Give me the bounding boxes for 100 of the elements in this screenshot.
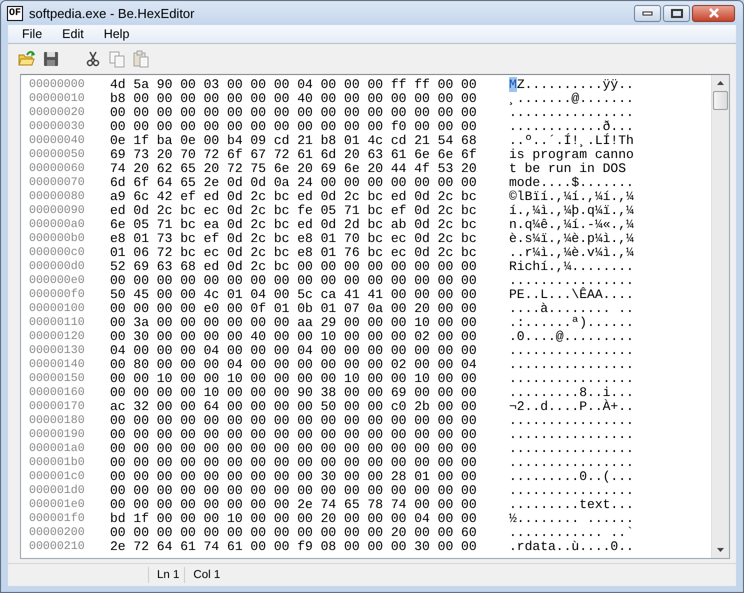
ascii-text: is program canno [509,148,634,162]
hex-bytes: 00 00 00 00 00 00 00 00 00 30 00 00 28 01 00 00 [110,470,478,484]
ascii-text: í.,¼ì.,¼þ.q¼ï.,¼ [509,204,634,218]
hex-bytes: 00 00 00 00 00 00 00 00 00 00 00 00 00 00 00 00 [110,414,478,428]
hex-bytes: 00 00 10 00 00 10 00 00 00 00 10 00 00 10 00 00 [110,372,478,386]
hex-bytes: 00 00 00 00 00 00 00 00 00 00 00 00 00 00 00 00 [110,428,478,442]
menu-item[interactable]: Edit [52,27,94,41]
offset-label: 00000140 [29,358,86,372]
close-button[interactable] [692,4,735,22]
offset-label: 000001b0 [29,456,86,470]
hex-bytes: 00 30 00 00 00 00 40 00 00 10 00 00 00 02 00 00 [110,330,478,344]
offset-label: 00000120 [29,330,86,344]
ascii-text: ............ð... [509,120,634,134]
offset-label: 000001d0 [29,484,86,498]
hex-bytes: a9 6c 42 ef ed 0d 2c bc ed 0d 2c bc ed 0d 2c bc [110,190,478,204]
hex-bytes: 6e 05 71 bc ea 0d 2c bc ed 0d 2d bc ab 0d 2c bc [110,218,478,232]
vertical-scrollbar[interactable] [711,75,729,558]
offset-label: 000000d0 [29,260,86,274]
ascii-text: ..º..´.Í!¸.LÍ!Th [509,134,634,148]
window-title: softpedia.exe - Be.HexEditor [29,6,196,20]
scrollbar-thumb[interactable] [713,91,728,110]
ascii-text: .:......ª)...... [509,316,634,330]
offset-label: 00000010 [29,92,86,106]
offset-label: 00000170 [29,400,86,414]
ascii-text: ................ [509,456,634,470]
offset-label: 00000210 [29,540,86,554]
hex-bytes: 00 00 00 00 00 00 00 00 00 00 00 00 f0 00 00 00 [110,120,478,134]
ascii-text: .........8..i... [509,386,634,400]
app-icon: OF [7,6,24,20]
ascii-text: ................ [509,442,634,456]
hex-bytes: bd 1f 00 00 00 10 00 00 00 20 00 00 00 04 00 00 [110,512,478,526]
offset-label: 00000040 [29,134,86,148]
ascii-text: Richí.,¼........ [509,260,634,274]
offset-label: 00000100 [29,302,86,316]
minimize-button[interactable] [634,4,661,22]
folder-icon[interactable] [18,50,36,68]
ascii-text: è.s¼ï.,¼è.p¼ì.,¼ [509,232,634,246]
hex-bytes: 4d 5a 90 00 03 00 00 00 04 00 00 00 ff ff 00 00 [110,78,478,92]
offset-label: 000001c0 [29,470,86,484]
hex-bytes: ac 32 00 00 64 00 00 00 00 50 00 00 c0 2b 00 00 [110,400,478,414]
offset-label: 00000200 [29,526,86,540]
down-arrow-icon[interactable] [717,548,724,552]
offset-label: 00000110 [29,316,86,330]
offset-label: 00000160 [29,386,86,400]
hex-bytes: 00 00 00 00 00 00 00 00 00 00 00 00 00 00 00 00 [110,456,478,470]
hex-bytes: 00 00 00 00 00 00 00 00 2e 74 65 78 74 00 00 00 [110,498,478,512]
status-text: Col 1 [184,567,226,583]
ascii-text: ¸.......@....... [509,92,634,106]
offset-label: 000000e0 [29,274,86,288]
maximize-icon [670,8,682,18]
ascii-text: ................ [509,358,634,372]
offset-label: 00000090 [29,204,86,218]
scissors-icon[interactable] [84,50,102,68]
status-text: Ln 1 [148,567,184,583]
hex-bytes: 00 00 00 00 00 00 00 00 00 00 00 00 00 00 00 00 [110,442,478,456]
hex-bytes: 00 00 00 00 00 00 00 00 00 00 00 00 00 00 00 00 [110,484,478,498]
ascii-text: ................ [509,106,634,120]
offset-label: 00000060 [29,162,86,176]
ascii-text: .0....@......... [509,330,634,344]
hex-bytes: 00 00 00 00 00 00 00 00 00 00 00 00 20 00 00 60 [110,526,478,540]
ascii-text: ½........ ...... [509,512,634,526]
close-icon [708,8,720,18]
up-arrow-icon[interactable] [717,81,724,85]
minimize-icon [642,10,653,16]
offset-label: 000000f0 [29,288,86,302]
ascii-text: ............ ..` [509,526,634,540]
offset-label: 00000080 [29,190,86,204]
offset-label: 000001a0 [29,442,86,456]
hex-bytes: 00 3a 00 00 00 00 00 00 aa 29 00 00 00 10 00 00 [110,316,478,330]
ascii-text: ................ [509,428,634,442]
hex-bytes: 04 00 00 00 04 00 00 00 04 00 00 00 00 00 00 00 [110,344,478,358]
hex-bytes: e8 01 73 bc ef 0d 2c bc e8 01 70 bc ec 0d 2c bc [110,232,478,246]
hex-bytes: 00 00 00 00 10 00 00 00 90 38 00 00 69 00 00 00 [110,386,478,400]
offset-label: 00000150 [29,372,86,386]
ascii-text: PE..L...\ÊAA.... [509,288,634,302]
offset-label: 00000000 [29,78,86,92]
ascii-text: ¬2..d....P..À+.. [509,400,634,414]
ascii-text: t be run in DOS [509,162,628,176]
ascii-text: MZ..........ÿÿ.. [509,78,634,92]
ascii-text: ©lBïí.,¼í.,¼í.,¼ [509,190,634,204]
offset-label: 00000050 [29,148,86,162]
hex-bytes: ed 0d 2c bc ec 0d 2c bc fe 05 71 bc ef 0d 2c bc [110,204,478,218]
hex-bytes: 74 20 62 65 20 72 75 6e 20 69 6e 20 44 4f 53 20 [110,162,478,176]
ascii-text: ................ [509,484,634,498]
offset-label: 000000b0 [29,232,86,246]
menu-item[interactable]: File [12,27,52,41]
ascii-text: .........0..(... [509,470,634,484]
offset-label: 000001e0 [29,498,86,512]
hex-bytes: b8 00 00 00 00 00 00 00 40 00 00 00 00 00 00 00 [110,92,478,106]
hex-bytes: 00 00 00 00 00 00 00 00 00 00 00 00 00 00 00 00 [110,106,478,120]
maximize-button[interactable] [663,4,690,22]
hex-bytes: 2e 72 64 61 74 61 00 00 f9 08 00 00 00 30 00 00 [110,540,478,554]
offset-label: 000000a0 [29,218,86,232]
ascii-text: ................ [509,274,634,288]
offset-label: 00000130 [29,344,86,358]
hex-bytes: 00 80 00 00 00 04 00 00 00 00 00 00 02 00 00 04 [110,358,478,372]
hex-bytes: 69 73 20 70 72 6f 67 72 61 6d 20 63 61 6e 6e 6f [110,148,478,162]
hex-bytes: 00 00 00 00 e0 00 0f 01 0b 01 07 0a 00 20 00 00 [110,302,478,316]
ascii-text: ................ [509,344,634,358]
menu-item[interactable]: Help [94,27,140,41]
